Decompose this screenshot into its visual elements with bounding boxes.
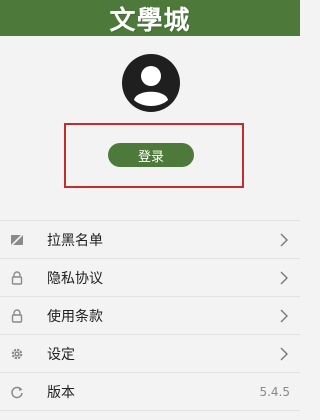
menu-item-label: 隐私协议: [47, 270, 103, 287]
menu-item-label: 使用条款: [47, 308, 103, 325]
lock-icon: [10, 308, 24, 323]
app-logo: 文學城: [109, 5, 191, 36]
settings-menu: 拉黑名单 隐私协议 使用条款 设定 版本 5.4.5: [0, 220, 300, 411]
chevron-right-icon: [280, 233, 288, 247]
menu-item-terms[interactable]: 使用条款: [0, 297, 300, 335]
menu-item-label: 设定: [47, 346, 75, 363]
chevron-right-icon: [280, 271, 288, 285]
menu-item-blacklist[interactable]: 拉黑名单: [0, 220, 300, 259]
version-number: 5.4.5: [259, 384, 290, 399]
menu-item-settings[interactable]: 设定: [0, 335, 300, 373]
menu-item-label: 版本: [47, 384, 75, 401]
app-header: 文學城: [0, 0, 300, 36]
chevron-right-icon: [280, 309, 288, 323]
refresh-icon: [10, 385, 24, 399]
user-avatar-icon[interactable]: [122, 54, 180, 112]
menu-item-version: 版本 5.4.5: [0, 373, 300, 411]
gear-icon: [10, 347, 24, 361]
menu-item-label: 拉黑名单: [47, 232, 103, 249]
chevron-right-icon: [280, 347, 288, 361]
lock-icon: [10, 270, 24, 285]
login-button[interactable]: 登录: [108, 143, 194, 167]
block-list-icon: [10, 233, 24, 247]
menu-item-privacy[interactable]: 隐私协议: [0, 259, 300, 297]
